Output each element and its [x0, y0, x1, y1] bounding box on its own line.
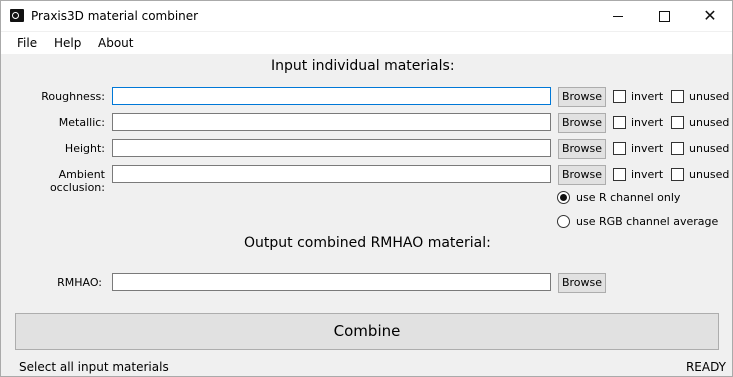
metallic-unused-checkbox[interactable] [671, 116, 684, 129]
rmhao-output-input[interactable] [112, 273, 551, 291]
minimize-icon [613, 16, 623, 17]
rgb-average-label: use RGB channel average [576, 215, 719, 228]
rmhao-browse-button[interactable]: Browse [558, 273, 606, 293]
roughness-invert-checkbox[interactable] [613, 90, 626, 103]
maximize-button[interactable] [641, 1, 687, 31]
minimize-button[interactable] [595, 1, 641, 31]
window-title: Praxis3D material combiner [31, 9, 199, 23]
metallic-label: Metallic: [58, 116, 105, 129]
roughness-invert-label: invert [631, 90, 664, 103]
metallic-invert-checkbox[interactable] [613, 116, 626, 129]
r-channel-label: use R channel only [576, 191, 681, 204]
ambient-occlusion-browse-button[interactable]: Browse [558, 165, 606, 185]
menu-bar: File Help About [1, 32, 732, 54]
rmhao-label: RMHAO: [57, 276, 102, 289]
menu-about[interactable]: About [98, 36, 133, 50]
input-section-title: Input individual materials: [271, 58, 455, 74]
metallic-unused-label: unused [689, 116, 730, 129]
height-input[interactable] [112, 139, 551, 157]
metallic-browse-button[interactable]: Browse [558, 113, 606, 133]
status-message: Select all input materials [19, 360, 169, 374]
title-bar: Praxis3D material combiner ✕ [1, 1, 732, 31]
close-button[interactable]: ✕ [687, 1, 733, 31]
height-unused-checkbox[interactable] [671, 142, 684, 155]
metallic-input[interactable] [112, 113, 551, 131]
ambient-occlusion-input[interactable] [112, 165, 551, 183]
roughness-label: Roughness: [41, 90, 105, 103]
maximize-icon [659, 11, 670, 22]
roughness-input[interactable] [112, 87, 551, 105]
roughness-unused-label: unused [689, 90, 730, 103]
rgb-average-radio[interactable] [557, 215, 570, 228]
height-label: Height: [64, 142, 105, 155]
ambient-occlusion-invert-label: invert [631, 168, 664, 181]
ambient-occlusion-invert-checkbox[interactable] [613, 168, 626, 181]
menu-file[interactable]: File [17, 36, 37, 50]
height-browse-button[interactable]: Browse [558, 139, 606, 159]
app-icon [10, 9, 24, 22]
roughness-unused-checkbox[interactable] [671, 90, 684, 103]
roughness-browse-button[interactable]: Browse [558, 87, 606, 107]
close-icon: ✕ [703, 6, 717, 25]
combine-button[interactable]: Combine [15, 313, 719, 350]
ambient-occlusion-label: Ambient occlusion: [49, 168, 105, 194]
ambient-occlusion-unused-checkbox[interactable] [671, 168, 684, 181]
menu-help[interactable]: Help [54, 36, 81, 50]
r-channel-radio[interactable] [557, 191, 570, 204]
metallic-invert-label: invert [631, 116, 664, 129]
height-invert-checkbox[interactable] [613, 142, 626, 155]
output-section-title: Output combined RMHAO material: [244, 235, 491, 251]
status-state: READY [685, 360, 726, 374]
ambient-occlusion-unused-label: unused [689, 168, 730, 181]
app-window: Praxis3D material combiner ✕ File Help A… [0, 0, 733, 377]
height-unused-label: unused [689, 142, 730, 155]
height-invert-label: invert [631, 142, 664, 155]
